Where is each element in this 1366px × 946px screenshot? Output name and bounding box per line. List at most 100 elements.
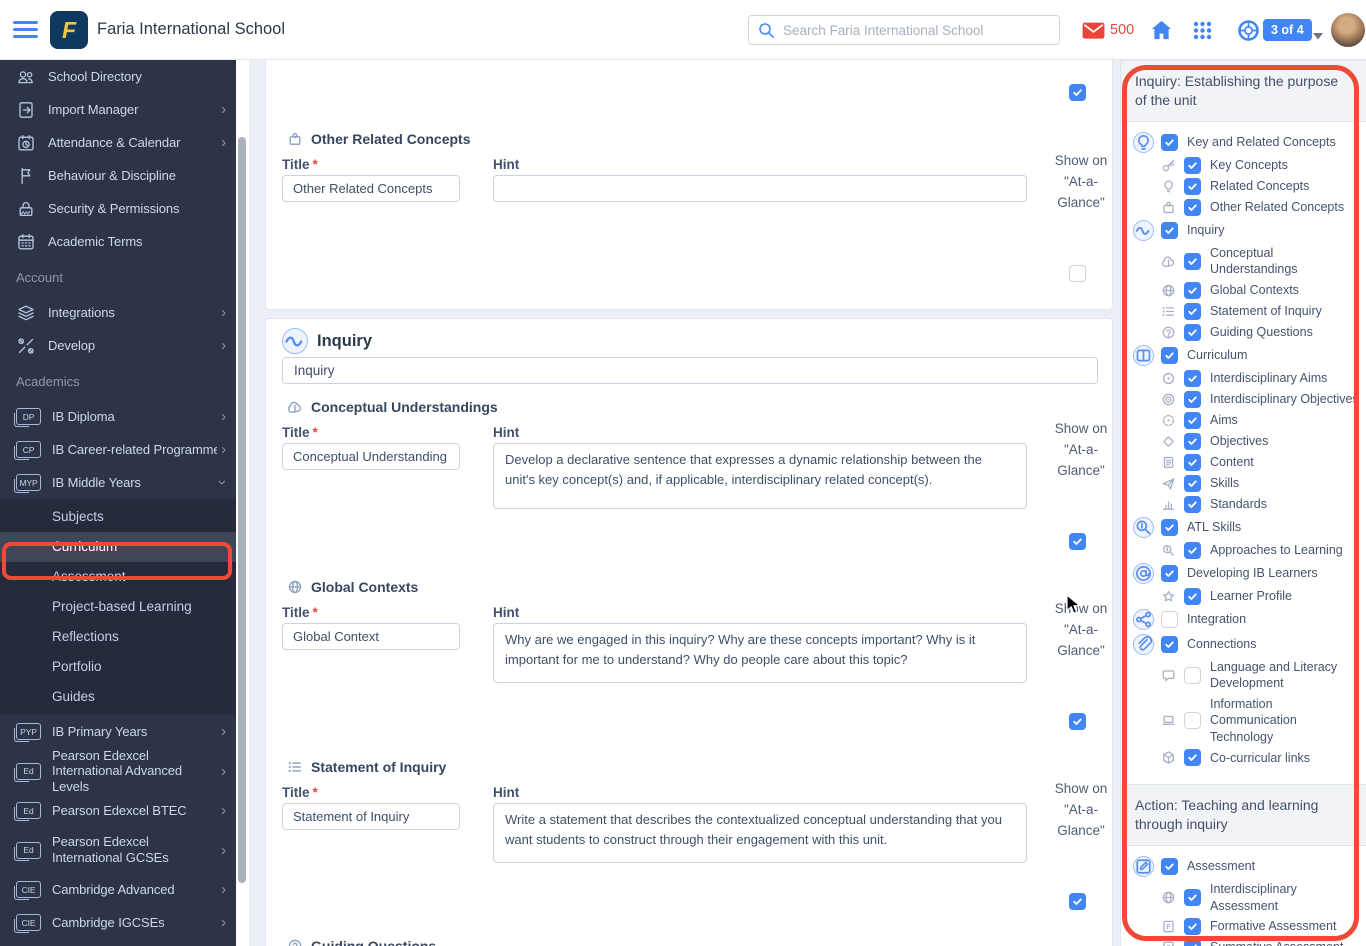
- chevron-right-icon: ›: [221, 134, 226, 151]
- title-input-statement-of-inquiry[interactable]: [282, 803, 460, 830]
- sidebar-item-attendance-calendar[interactable]: Attendance & Calendar ›: [0, 126, 236, 159]
- show-at-a-glance-checkbox[interactable]: [1069, 84, 1086, 101]
- show-at-a-glance-checkbox[interactable]: [1069, 533, 1086, 550]
- tree-checkbox-conceptual-understandings[interactable]: [1184, 252, 1201, 270]
- support-icon[interactable]: [1237, 19, 1260, 42]
- tree-item-key-concepts: Key Concepts: [1133, 156, 1360, 174]
- field-section-header: Statement of Inquiry: [287, 759, 446, 775]
- sidebar-item-behaviour-discipline[interactable]: Behaviour & Discipline: [0, 159, 236, 192]
- tree-checkbox-key-concepts[interactable]: [1184, 156, 1201, 174]
- title-input-global-contexts[interactable]: [282, 623, 460, 650]
- title-input-conceptual-understandings[interactable]: [282, 443, 460, 470]
- sidebar-item-project-based-learning[interactable]: Project-based Learning: [0, 592, 236, 622]
- field-block-statement-of-inquiry: Statement of Inquiry Title* Hint Write a st…: [282, 759, 1107, 937]
- tree-checkbox-connections[interactable]: [1161, 635, 1178, 653]
- panel-section-body: Key and Related Concepts Key Concepts Rela…: [1121, 122, 1366, 785]
- show-at-a-glance-checkbox[interactable]: [1069, 265, 1086, 282]
- diamond-icon: [1161, 434, 1176, 449]
- hint-input-global-contexts[interactable]: Why are we engaged in this inquiry? Why …: [493, 623, 1027, 683]
- tree-checkbox-content[interactable]: [1184, 453, 1201, 471]
- session-badge[interactable]: 3 of 4: [1263, 19, 1312, 41]
- tree-item-label: Assessment: [1187, 859, 1256, 874]
- show-at-a-glance-checkbox[interactable]: [1069, 893, 1086, 910]
- sidebar-item-portfolio[interactable]: Portfolio: [0, 652, 236, 682]
- user-avatar[interactable]: [1331, 13, 1365, 47]
- sidebar-item-cambridge-advanced[interactable]: CIE Cambridge Advanced ›: [0, 873, 236, 906]
- panel-section-header-action-teaching-and-learning-through-inquiry: Action: Teaching and learning through in…: [1121, 784, 1366, 847]
- sidebar-item-pearson-edexcel-international-gcses[interactable]: Ed Pearson Edexcel International GCSEs ›: [0, 827, 236, 873]
- sidebar-item-ib-primary-years[interactable]: PYP IB Primary Years ›: [0, 715, 236, 748]
- list-icon: [1161, 304, 1176, 319]
- hint-input-other-related-concepts[interactable]: [493, 175, 1027, 202]
- sidebar-item-curriculum[interactable]: Curriculum: [0, 532, 236, 562]
- tree-checkbox-guiding-questions[interactable]: [1184, 323, 1201, 341]
- tree-checkbox-statement-of-inquiry[interactable]: [1184, 302, 1201, 320]
- tree-checkbox-language-and-literacy-development[interactable]: [1184, 666, 1201, 684]
- menu-icon[interactable]: [13, 21, 38, 39]
- tree-item-label: ATL Skills: [1187, 520, 1242, 535]
- tree-checkbox-integration[interactable]: [1161, 610, 1178, 628]
- tree-checkbox-summative-assessment[interactable]: [1184, 939, 1201, 946]
- tree-checkbox-interdisciplinary-objectives[interactable]: [1184, 390, 1201, 408]
- scrollbar-thumb[interactable]: [238, 137, 246, 883]
- tree-checkbox-standards[interactable]: [1184, 495, 1201, 513]
- tree-item-label: Related Concepts: [1210, 179, 1310, 194]
- apps-grid-icon[interactable]: [1193, 21, 1212, 40]
- tree-checkbox-inquiry[interactable]: [1161, 221, 1178, 239]
- sidebar-item-cambridge-igcses[interactable]: CIE Cambridge IGCSEs ›: [0, 906, 236, 939]
- show-at-a-glance-checkbox[interactable]: [1069, 713, 1086, 730]
- brain-icon: [1161, 254, 1176, 269]
- tree-checkbox-interdisciplinary-aims[interactable]: [1184, 369, 1201, 387]
- tree-checkbox-atl-skills[interactable]: [1161, 518, 1178, 536]
- tree-checkbox-information-communication-technology[interactable]: [1184, 712, 1201, 730]
- mail-icon[interactable]: [1082, 22, 1105, 39]
- programme-badge-ed: Ed: [14, 841, 41, 861]
- tree-checkbox-key-and-related-concepts[interactable]: [1161, 133, 1178, 151]
- tree-item-label: Developing IB Learners: [1187, 566, 1318, 581]
- sidebar-item-guides[interactable]: Guides: [0, 682, 236, 712]
- tree-checkbox-skills[interactable]: [1184, 474, 1201, 492]
- search-input[interactable]: [781, 17, 1051, 43]
- tree-checkbox-co-curricular-links[interactable]: [1184, 749, 1201, 767]
- plane-icon: [1161, 476, 1176, 491]
- sidebar-item-develop[interactable]: Develop ›: [0, 329, 236, 362]
- tree-checkbox-global-contexts[interactable]: [1184, 281, 1201, 299]
- sidebar-item-school-directory[interactable]: School Directory: [0, 60, 236, 93]
- sidebar-item-ib-career-related-programme[interactable]: CP IB Career-related Programme ›: [0, 433, 236, 466]
- tree-checkbox-formative-assessment[interactable]: [1184, 918, 1201, 936]
- flag-icon: [16, 166, 36, 186]
- hint-input-statement-of-inquiry[interactable]: Write a statement that describes the con…: [493, 803, 1027, 863]
- sidebar-item-import-manager[interactable]: Import Manager ›: [0, 93, 236, 126]
- tree-checkbox-developing-ib-learners[interactable]: [1161, 564, 1178, 582]
- caret-down-icon[interactable]: [1313, 27, 1323, 40]
- tree-item-integration: Integration: [1133, 608, 1360, 630]
- tree-checkbox-aims[interactable]: [1184, 411, 1201, 429]
- sidebar-item-integrations[interactable]: Integrations ›: [0, 296, 236, 329]
- sidebar-item-academic-terms[interactable]: Academic Terms: [0, 225, 236, 258]
- sidebar-item-reflections[interactable]: Reflections: [0, 622, 236, 652]
- sidebar-item-pearson-edexcel-btec[interactable]: Ed Pearson Edexcel BTEC ›: [0, 794, 236, 827]
- inquiry-name-input[interactable]: [282, 357, 1098, 384]
- tree-checkbox-interdisciplinary-assessment[interactable]: [1184, 889, 1201, 907]
- tree-checkbox-other-related-concepts[interactable]: [1184, 198, 1201, 216]
- sidebar-item-pearson-edexcel-international-advanced-levels[interactable]: Ed Pearson Edexcel International Advanced…: [0, 748, 236, 794]
- home-icon[interactable]: [1151, 20, 1172, 40]
- sidebar-item-ib-diploma[interactable]: DP IB Diploma ›: [0, 400, 236, 433]
- sidebar-item-ib-middle-years[interactable]: MYP IB Middle Years ›: [0, 466, 236, 499]
- sidebar-item-assessment[interactable]: Assessment: [0, 562, 236, 592]
- tree-checkbox-curriculum[interactable]: [1161, 346, 1178, 364]
- tree-checkbox-approaches-to-learning[interactable]: [1184, 541, 1201, 559]
- sidebar-item-subjects[interactable]: Subjects: [0, 502, 236, 532]
- tree-checkbox-learner-profile[interactable]: [1184, 587, 1201, 605]
- bulb-icon: [1161, 179, 1176, 194]
- hint-input-conceptual-understandings[interactable]: Develop a declarative sentence that expr…: [493, 443, 1027, 509]
- show-at-a-glance-label: Show on "At-a-Glance": [1054, 781, 1108, 838]
- sidebar-item-security-permissions[interactable]: Security & Permissions: [0, 192, 236, 225]
- tree-checkbox-assessment[interactable]: [1161, 858, 1178, 876]
- sidebar-submenu: Subjects Curriculum Assessment Project-base…: [0, 499, 236, 715]
- title-input-other-related-concepts[interactable]: [282, 175, 460, 202]
- app-logo[interactable]: F: [50, 11, 88, 49]
- tree-checkbox-objectives[interactable]: [1184, 432, 1201, 450]
- tree-checkbox-related-concepts[interactable]: [1184, 177, 1201, 195]
- chevron-right-icon: ›: [221, 304, 226, 321]
